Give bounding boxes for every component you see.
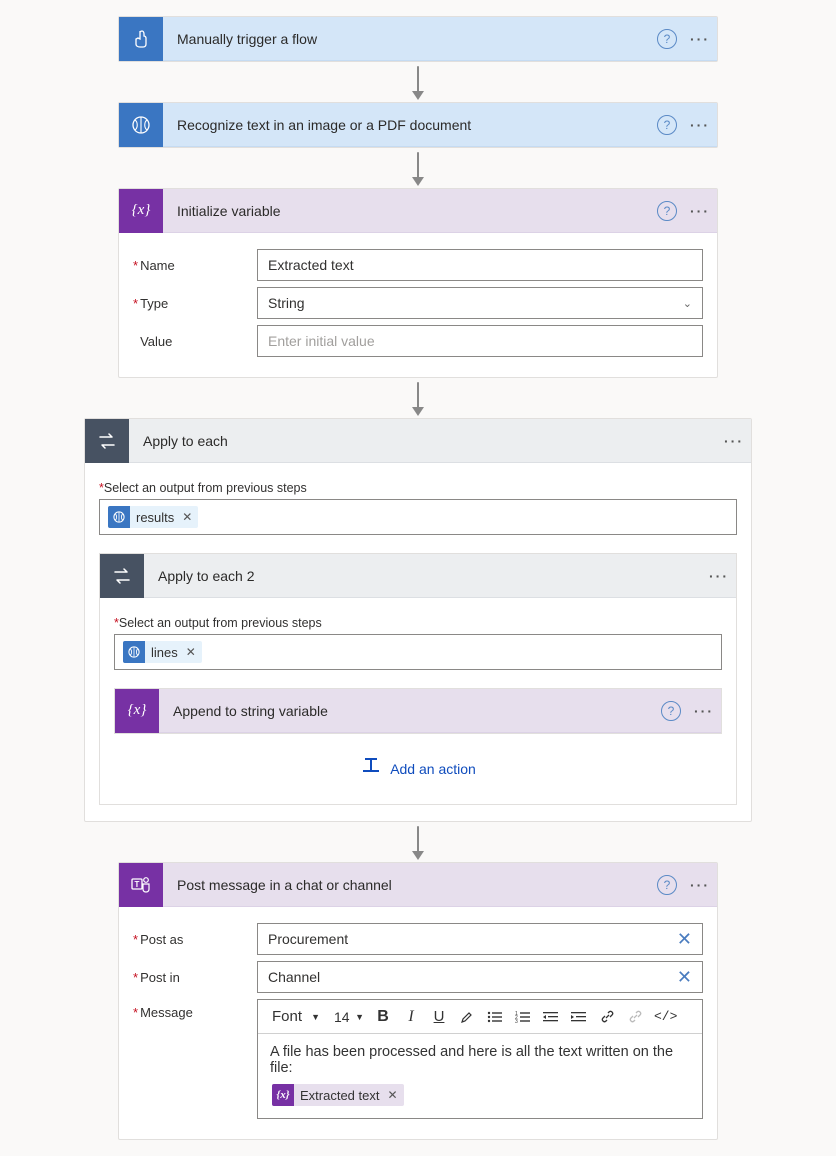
more-menu[interactable]: ··· (683, 31, 717, 47)
flow-arrow (412, 148, 424, 188)
unlink-button[interactable] (622, 1004, 648, 1030)
more-menu[interactable]: ··· (702, 568, 736, 584)
step-title: Append to string variable (159, 703, 661, 719)
help-icon[interactable]: ? (657, 115, 677, 135)
flow-arrow (412, 378, 424, 418)
flow-arrow (412, 62, 424, 102)
step-apply-to-each-2: Apply to each 2 ··· *Select an output fr… (99, 553, 737, 805)
output-select-input[interactable]: lines ✕ (114, 634, 722, 670)
help-icon[interactable]: ? (657, 201, 677, 221)
step-title: Initialize variable (163, 203, 657, 219)
type-select[interactable]: String ⌄ (257, 287, 703, 319)
step-title: Recognize text in an image or a PDF docu… (163, 117, 657, 133)
indent-button[interactable] (566, 1004, 592, 1030)
tap-icon (119, 17, 163, 61)
ai-builder-icon (123, 641, 145, 663)
value-input[interactable] (257, 325, 703, 357)
add-action-icon (360, 758, 382, 780)
step-apply-to-each: Apply to each ··· *Select an output from… (84, 418, 752, 822)
fontsize-select[interactable]: 14▼ (328, 1004, 368, 1030)
postin-label: Post in (140, 970, 180, 985)
message-editor[interactable]: Font▼ 14▼ B I U 123 (257, 999, 703, 1119)
flow-canvas: Manually trigger a flow ? ··· Recognize … (10, 16, 826, 1140)
step-append-string[interactable]: {x} Append to string variable ? ··· (114, 688, 722, 734)
value-label: Value (140, 334, 172, 349)
output-select-label: Select an output from previous steps (119, 616, 322, 630)
more-menu[interactable]: ··· (683, 877, 717, 893)
help-icon[interactable]: ? (657, 29, 677, 49)
step-title: Manually trigger a flow (163, 31, 657, 47)
number-list-button[interactable]: 123 (510, 1004, 536, 1030)
svg-text:3: 3 (515, 1019, 518, 1023)
clear-icon[interactable]: ✕ (667, 929, 702, 950)
clear-icon[interactable]: ✕ (667, 967, 702, 988)
link-button[interactable] (594, 1004, 620, 1030)
ai-builder-icon (119, 103, 163, 147)
token-remove[interactable]: ✕ (385, 1088, 403, 1102)
token-remove[interactable]: ✕ (180, 510, 198, 524)
more-menu[interactable]: ··· (717, 433, 751, 449)
bullet-list-button[interactable] (482, 1004, 508, 1030)
editor-toolbar: Font▼ 14▼ B I U 123 (258, 1000, 702, 1034)
token-lines: lines ✕ (123, 641, 202, 663)
help-icon[interactable]: ? (661, 701, 681, 721)
token-extracted-text: {x} Extracted text ✕ (272, 1084, 404, 1106)
name-label: Name (140, 258, 175, 273)
postas-label: Post as (140, 932, 183, 947)
step-initialize-variable: {x} Initialize variable ? ··· *Name *Typ… (118, 188, 718, 378)
postin-input[interactable]: Channel ✕ (257, 961, 703, 993)
more-menu[interactable]: ··· (683, 203, 717, 219)
chevron-down-icon: ⌄ (683, 297, 692, 310)
variable-icon: {x} (119, 189, 163, 233)
postas-input[interactable]: Procurement ✕ (257, 923, 703, 955)
variable-icon: {x} (272, 1084, 294, 1106)
step-manual-trigger[interactable]: Manually trigger a flow ? ··· (118, 16, 718, 62)
step-title: Post message in a chat or channel (163, 877, 657, 893)
variable-icon: {x} (115, 689, 159, 733)
loop-icon (100, 554, 144, 598)
highlight-button[interactable] (454, 1004, 480, 1030)
font-select[interactable]: Font▼ (264, 1004, 326, 1030)
svg-text:T: T (135, 880, 140, 889)
type-label: Type (140, 296, 168, 311)
step-title: Apply to each (129, 433, 717, 449)
output-select-label: Select an output from previous steps (104, 481, 307, 495)
step-recognize-text[interactable]: Recognize text in an image or a PDF docu… (118, 102, 718, 148)
token-results: results ✕ (108, 506, 198, 528)
token-remove[interactable]: ✕ (184, 645, 202, 659)
bold-button[interactable]: B (370, 1004, 396, 1030)
italic-button[interactable]: I (398, 1004, 424, 1030)
loop-icon (85, 419, 129, 463)
more-menu[interactable]: ··· (687, 703, 721, 719)
ai-builder-icon (108, 506, 130, 528)
outdent-button[interactable] (538, 1004, 564, 1030)
message-text: A file has been processed and here is al… (270, 1044, 690, 1076)
underline-button[interactable]: U (426, 1004, 452, 1030)
name-input[interactable] (257, 249, 703, 281)
add-action-button[interactable]: Add an action (114, 734, 722, 788)
flow-arrow (412, 822, 424, 862)
output-select-input[interactable]: results ✕ (99, 499, 737, 535)
step-title: Apply to each 2 (144, 568, 702, 584)
more-menu[interactable]: ··· (683, 117, 717, 133)
message-label: Message (140, 1005, 193, 1020)
help-icon[interactable]: ? (657, 875, 677, 895)
code-view-button[interactable]: </> (650, 1004, 681, 1030)
step-post-message: T Post message in a chat or channel ? ··… (118, 862, 718, 1140)
teams-icon: T (119, 863, 163, 907)
